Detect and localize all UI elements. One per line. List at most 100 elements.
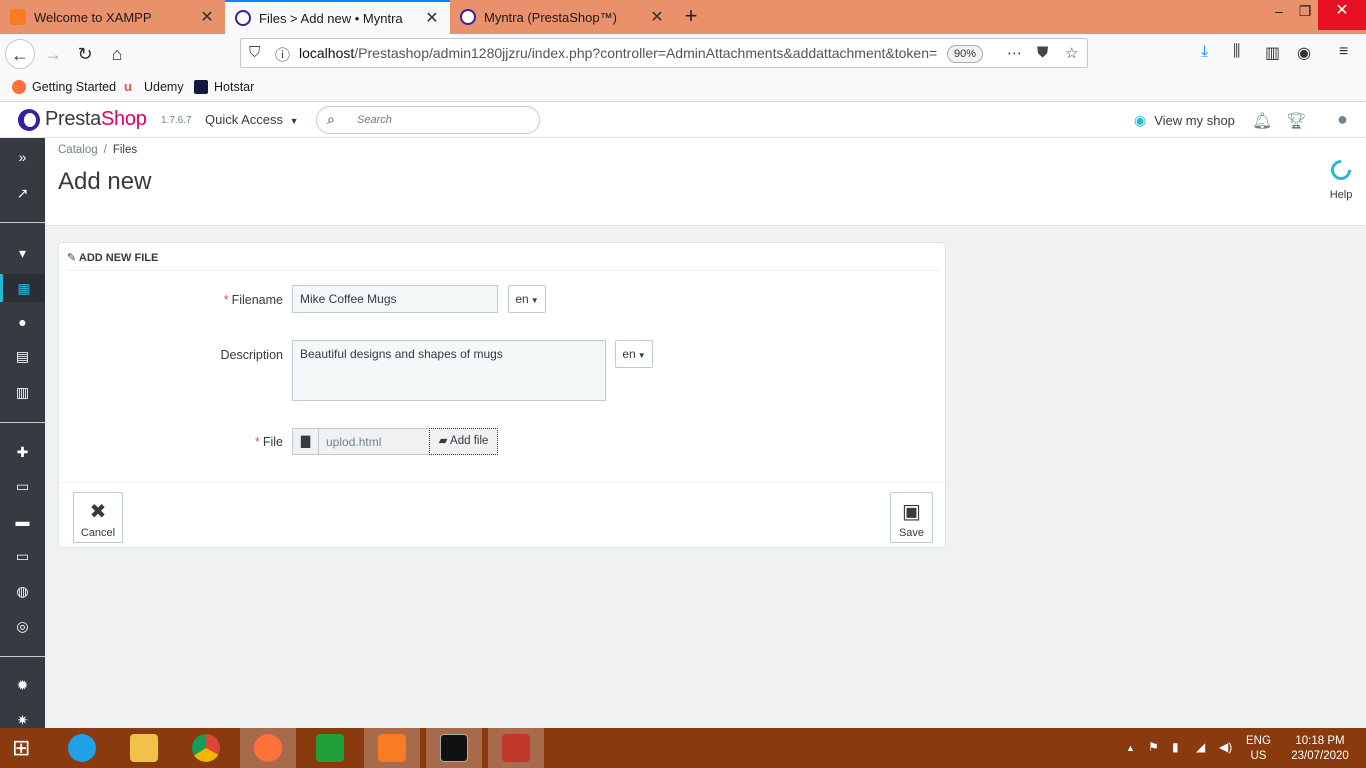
browser-nav-bar: ← → ↻ ⌂ ⛉ ⓘ localhost/Prestashop/admin12… [0, 34, 1366, 74]
breadcrumb-catalog[interactable]: Catalog [58, 144, 98, 156]
customers-user-icon[interactable]: ● [0, 308, 45, 336]
url-bar[interactable]: ⛉ ⓘ localhost/Prestashop/admin1280jjzru/… [240, 38, 1088, 68]
trophy-icon[interactable]: 🏆︎ [1286, 111, 1306, 131]
ps-search-box[interactable]: ⌕ [316, 106, 540, 134]
filename-language-dropdown[interactable]: en ▼ [508, 285, 546, 313]
bell-notification-icon[interactable]: 🔔︎ [1252, 111, 1272, 131]
taskbar-xampp[interactable] [364, 728, 420, 768]
restore-icon[interactable]: ❐ [1290, 0, 1320, 30]
breadcrumb: Catalog / Files [58, 144, 138, 156]
modules-puzzle-icon[interactable]: ✚ [0, 438, 45, 466]
folder-open-icon: ▰ [438, 435, 448, 447]
udemy-icon: u [124, 79, 132, 94]
battery-icon[interactable]: ▮ [1172, 740, 1179, 754]
description-language-dropdown[interactable]: en ▼ [615, 340, 653, 368]
account-icon[interactable]: ◉ [1297, 43, 1311, 63]
library-icon[interactable]: ⫼ [1233, 43, 1240, 61]
taskbar-internet-explorer[interactable] [54, 728, 110, 768]
hotstar-icon [194, 80, 208, 94]
star-bookmark-icon[interactable]: ☆ [1065, 44, 1078, 62]
tab-myntra-prestashop[interactable]: Myntra (PrestaShop™) ✕ [450, 0, 675, 34]
wifi-signal-icon[interactable]: ◢ [1196, 740, 1205, 754]
firefox-icon [12, 80, 26, 94]
bookmark-udemy[interactable]: u Udemy [124, 79, 184, 95]
close-tab-icon[interactable]: ✕ [199, 7, 215, 27]
view-my-shop-link[interactable]: ◉ View my shop [1134, 112, 1235, 129]
international-globe-icon[interactable]: ◍ [0, 577, 45, 605]
reload-icon[interactable]: ↻ [70, 39, 100, 69]
save-button[interactable]: ▣ Save [890, 492, 933, 543]
url-text[interactable]: localhost/Prestashop/admin1280jjzru/inde… [299, 45, 939, 61]
forward-arrow-icon[interactable]: → [38, 39, 68, 69]
home-icon[interactable]: ⌂ [102, 39, 132, 69]
start-button[interactable]: ⊞ [0, 728, 50, 768]
window-close-icon[interactable]: ✕ [1318, 0, 1366, 30]
user-account-icon[interactable]: ● [1337, 109, 1348, 130]
search-input[interactable] [357, 112, 527, 128]
catalog-store-icon[interactable]: ▦ [0, 274, 45, 302]
more-dots-icon[interactable]: ⋯ [1007, 44, 1022, 62]
collapse-sidebar-icon[interactable]: » [0, 143, 45, 171]
back-arrow-icon[interactable]: ← [5, 39, 35, 69]
volume-icon[interactable]: ◀) [1219, 740, 1232, 754]
messages-chat-icon[interactable]: ▤ [0, 342, 45, 370]
search-icon[interactable]: ⌕ [327, 111, 335, 128]
firefox-icon [254, 734, 282, 762]
dashboard-trend-icon[interactable]: ↗ [0, 179, 45, 207]
info-icon[interactable]: ⓘ [275, 44, 290, 65]
floppy-save-icon: ▣ [902, 501, 921, 523]
description-textarea[interactable]: Beautiful designs and shapes of mugs [292, 340, 606, 401]
flag-icon[interactable]: ⚑ [1148, 740, 1159, 754]
stats-chart-icon[interactable]: ▥ [0, 378, 45, 406]
input-language-indicator[interactable]: ENG US [1246, 734, 1271, 764]
help-button[interactable]: Help [1317, 155, 1365, 201]
close-tab-icon[interactable]: ✕ [424, 8, 440, 28]
taskbar-filezilla[interactable] [488, 728, 544, 768]
settings-gear-icon[interactable]: ✹ [0, 671, 45, 699]
taskbar-clock[interactable]: 10:18 PM 23/07/2020 [1284, 734, 1356, 764]
taskbar-cmd[interactable] [426, 728, 482, 768]
store-icon [316, 734, 344, 762]
payment-card-icon[interactable]: ▭ [0, 542, 45, 570]
shipping-truck-icon[interactable]: ▬ [0, 507, 45, 535]
shield-icon[interactable]: ⛉ [249, 44, 260, 61]
chrome-icon [192, 734, 220, 762]
download-icon[interactable]: ⤓ [1201, 43, 1208, 61]
paperclip-icon: ✎ [67, 252, 77, 264]
file-document-icon: ▇ [292, 428, 319, 455]
sidebar-toggle-icon[interactable]: ▥ [1265, 43, 1280, 63]
tab-welcome-xampp[interactable]: Welcome to XAMPP ✕ [0, 0, 225, 34]
taskbar-firefox[interactable] [240, 728, 296, 768]
taskbar-store[interactable] [302, 728, 358, 768]
bookmark-getting-started[interactable]: Getting Started [12, 80, 116, 94]
marketing-target-icon[interactable]: ◎ [0, 612, 45, 640]
selected-file-name[interactable]: uplod.html [319, 428, 430, 455]
tab-label: Welcome to XAMPP [34, 9, 152, 25]
puffin-logo-icon [18, 108, 40, 131]
design-monitor-icon[interactable]: ▭ [0, 472, 45, 500]
cancel-button[interactable]: ✖ Cancel [73, 492, 123, 543]
folder-icon [130, 734, 158, 762]
app-icon [502, 734, 530, 762]
tray-chevron-up-icon[interactable]: ▲ [1126, 743, 1135, 753]
menu-hamburger-icon[interactable]: ≡ [1339, 43, 1348, 61]
taskbar-file-explorer[interactable] [116, 728, 172, 768]
add-file-button[interactable]: ▰ Add file [429, 428, 498, 455]
close-tab-icon[interactable]: ✕ [649, 7, 665, 27]
filename-input[interactable] [292, 285, 498, 313]
prestashop-logo[interactable]: PrestaShop [18, 108, 147, 131]
taskbar-chrome[interactable] [178, 728, 234, 768]
tab-files-add-new[interactable]: Files > Add new • Myntra ✕ [225, 0, 450, 34]
file-label: * File [254, 435, 283, 449]
new-tab-button[interactable]: + [680, 4, 702, 30]
tab-label: Myntra (PrestaShop™) [484, 9, 617, 25]
zoom-level-badge[interactable]: 90% [947, 45, 983, 63]
windows-logo-icon: ⊞ [12, 735, 31, 760]
caret-down-icon: ▼ [289, 116, 299, 126]
pocket-icon[interactable]: ⛊ [1037, 44, 1048, 61]
breadcrumb-files[interactable]: Files [113, 144, 137, 156]
internet-explorer-icon [68, 734, 96, 762]
bookmark-hotstar[interactable]: Hotstar [194, 80, 254, 94]
quick-access-dropdown[interactable]: Quick Access ▼ [205, 112, 299, 127]
orders-basket-icon[interactable]: ▾ [0, 239, 45, 267]
